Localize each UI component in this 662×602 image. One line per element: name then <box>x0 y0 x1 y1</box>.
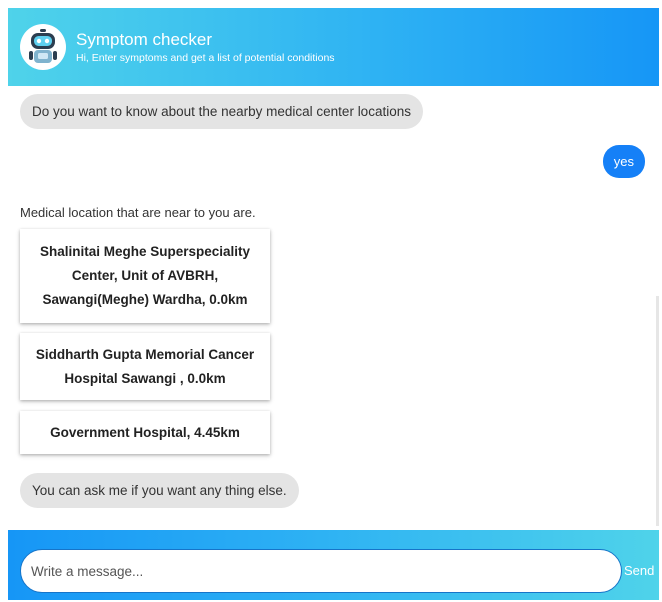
chat-area[interactable]: Do you want to know about the nearby med… <box>8 86 659 530</box>
chat-header: Symptom checker Hi, Enter symptoms and g… <box>8 8 659 86</box>
location-card-government-hospital[interactable]: Government Hospital, 4.45km <box>20 411 270 454</box>
message-input[interactable] <box>20 549 622 593</box>
chat-scrollbar[interactable] <box>656 296 659 526</box>
page-subtitle: Hi, Enter symptoms and get a list of pot… <box>76 51 335 64</box>
page-title: Symptom checker <box>76 29 213 49</box>
bot-message-locations-intro: Medical location that are near to you ar… <box>20 205 256 220</box>
send-button[interactable]: Send <box>624 563 654 578</box>
user-message-yes: yes <box>602 145 645 178</box>
bot-message-followup: You can ask me if you want any thing els… <box>20 473 299 508</box>
robot-icon <box>20 24 66 70</box>
bot-message-location-question: Do you want to know about the nearby med… <box>20 94 423 129</box>
location-card-siddharth-gupta[interactable]: Siddharth Gupta Memorial Cancer Hospital… <box>20 333 270 400</box>
composer-bar: Send <box>8 530 659 600</box>
location-card-shalinitai[interactable]: Shalinitai Meghe Superspeciality Center,… <box>20 229 270 323</box>
